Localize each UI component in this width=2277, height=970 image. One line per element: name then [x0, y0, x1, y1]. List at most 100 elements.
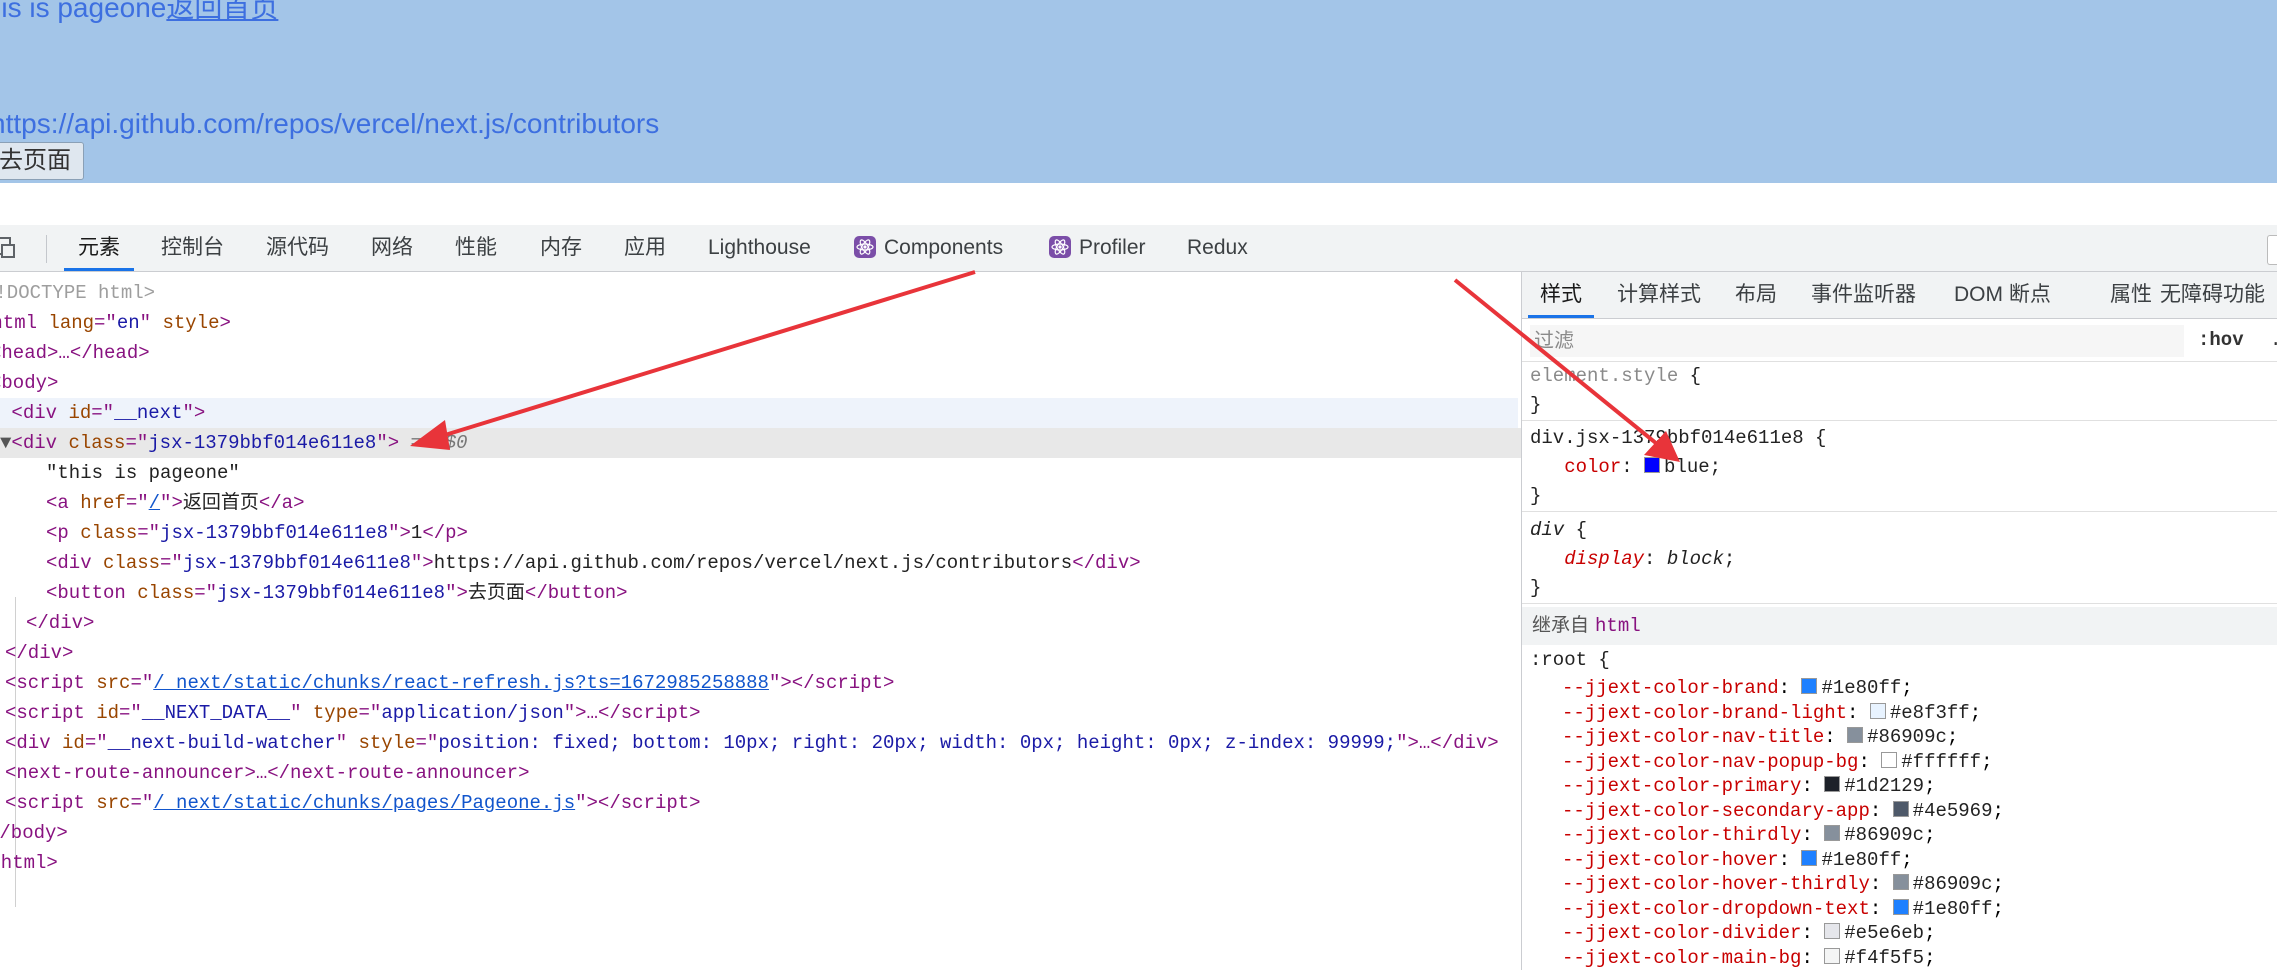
css-variable-line[interactable]: --jjext-color-primary: #1d2129;	[1522, 774, 1936, 799]
css-variable-name: --jjext-color-hover-thirdly	[1562, 873, 1870, 895]
rule-root: :root {	[1530, 649, 1610, 671]
color-swatch[interactable]	[1892, 898, 1909, 915]
css-variable-name: --jjext-color-brand-light	[1562, 701, 1848, 724]
dom-script-refresh[interactable]: <script src="/_next/static/chunks/react-…	[5, 668, 894, 698]
css-variable-line[interactable]: --jjext-color-nav-popup-bg: #ffffff;	[1522, 750, 1993, 775]
dom-selected-div[interactable]: ▼<div class="jsx-1379bbf014e611e8"> == $…	[0, 428, 1521, 458]
tabbar-separator	[46, 235, 47, 263]
page-viewport-blank	[0, 183, 2277, 226]
tab-lighthouse[interactable]: Lighthouse	[708, 225, 811, 271]
tab-memory[interactable]: 内存	[540, 225, 582, 271]
dom-script-pageone[interactable]: <script src="/_next/static/chunks/pages/…	[5, 788, 701, 818]
dom-body-open[interactable]: <body>	[0, 368, 58, 398]
tab-network[interactable]: 网络	[371, 225, 413, 271]
css-variable-value: #1e80ff	[1912, 897, 1993, 920]
color-swatch[interactable]	[1801, 678, 1818, 694]
css-variable-value: #86909c	[1912, 873, 1993, 895]
css-variable-line[interactable]: --jjext-color-dropdown-text: #1e80ff;	[1522, 897, 2004, 922]
go-page-button[interactable]: 去页面	[0, 142, 84, 180]
styles-filter-row: :hov .cls	[1522, 319, 2277, 362]
tab-redux[interactable]: Redux	[1187, 225, 1248, 271]
dom-text-node[interactable]: "this is pageone"	[46, 458, 240, 488]
dom-script-next-data[interactable]: <script id="__NEXT_DATA__" type="applica…	[5, 698, 701, 728]
css-variable-line[interactable]: --jjext-color-brand-light: #e8f3ff;	[1522, 701, 1981, 726]
css-variable-line[interactable]: --jjext-color-divider: #e5e6eb;	[1522, 921, 1936, 946]
color-swatch[interactable]	[1824, 947, 1841, 964]
tab-profiler[interactable]: Profiler	[1049, 225, 1146, 271]
home-link[interactable]: 返回首页	[166, 0, 278, 23]
color-swatch[interactable]	[1881, 751, 1898, 768]
css-variable-name: --jjext-color-thirdly	[1562, 824, 1802, 846]
tab-properties[interactable]: 属性	[2110, 272, 2152, 318]
css-variable-line[interactable]: --jjext-color-main-bg: #f4f5f5;	[1522, 946, 1936, 970]
tab-components[interactable]: Components	[854, 225, 1003, 271]
dom-p-node[interactable]: <p class="jsx-1379bbf014e611e8">1</p>	[46, 518, 468, 548]
color-swatch[interactable]	[1869, 702, 1886, 719]
css-variable-value: #1e80ff	[1821, 848, 1902, 871]
css-variable-name: --jjext-color-brand	[1562, 677, 1779, 699]
dom-route-announcer[interactable]: <next-route-announcer>…</next-route-anno…	[5, 758, 530, 788]
css-variable-name: --jjext-color-divider	[1562, 922, 1802, 944]
styles-tabbar: 样式 计算样式 布局 事件监听器 DOM 断点 属性 无障碍功能	[1522, 272, 2277, 319]
dom-build-watcher[interactable]: <div id="__next-build-watcher" style="po…	[5, 728, 1499, 758]
dom-head[interactable]: <head>…</head>	[0, 338, 150, 368]
tab-application[interactable]: 应用	[624, 225, 666, 271]
tab-console[interactable]: 控制台	[161, 225, 224, 271]
dom-a-node[interactable]: <a href="/">返回首页</a>	[46, 488, 304, 518]
css-variable-line[interactable]: --jjext-color-nav-title: #86909c;	[1522, 725, 1958, 750]
dom-div-close[interactable]: </div>	[26, 608, 94, 638]
dom-div-next-close[interactable]: </div>	[5, 638, 73, 668]
inspect-element-icon[interactable]	[0, 235, 18, 259]
dom-body-close[interactable]: </body>	[0, 818, 68, 848]
css-variable-value: #86909c	[1867, 726, 1947, 748]
class-toggle[interactable]: .cls	[2270, 319, 2277, 361]
css-variable-line[interactable]: --jjext-color-hover: #1e80ff;	[1522, 848, 1913, 873]
css-variable-line[interactable]: --jjext-color-thirdly: #86909c;	[1522, 823, 1936, 848]
dom-div-url[interactable]: <div class="jsx-1379bbf014e611e8">https:…	[46, 548, 1141, 578]
contributors-url-text: https://api.github.com/repos/vercel/next…	[0, 108, 660, 139]
css-variable-value: #86909c	[1844, 824, 1925, 846]
css-variable-name: --jjext-color-primary	[1562, 775, 1802, 797]
tab-computed[interactable]: 计算样式	[1617, 272, 1701, 318]
dom-div-next[interactable]: <div id="__next">	[0, 398, 1518, 428]
css-variable-line[interactable]: --jjext-color-secondary-app: #4e5969;	[1522, 799, 2004, 824]
react-icon	[854, 236, 876, 258]
color-swatch[interactable]	[1644, 457, 1661, 473]
styles-pane: 样式 计算样式 布局 事件监听器 DOM 断点 属性 无障碍功能 :hov .c…	[1522, 272, 2277, 970]
css-variable-name: --jjext-color-nav-popup-bg	[1562, 750, 1859, 773]
settings-button-edge[interactable]	[2267, 235, 2277, 265]
tab-performance[interactable]: 性能	[455, 225, 497, 271]
css-variable-value: #f4f5f5	[1844, 946, 1925, 969]
tab-dom-breakpoints[interactable]: DOM 断点	[1954, 272, 2051, 318]
color-swatch[interactable]	[1847, 727, 1864, 743]
css-variable-name: --jjext-color-nav-title	[1562, 726, 1825, 748]
color-swatch[interactable]	[1892, 874, 1909, 890]
styles-filter-input[interactable]	[1530, 325, 2184, 357]
color-swatch[interactable]	[1892, 800, 1909, 817]
css-variable-value: #ffffff	[1901, 750, 1982, 773]
inherited-from-header: 继承自 html	[1522, 607, 2277, 645]
color-swatch[interactable]	[1824, 776, 1841, 792]
css-variable-value: #4e5969	[1912, 799, 1993, 822]
elements-panel: <!DOCTYPE html> <html lang="en" style> <…	[0, 272, 1521, 970]
tab-event-listeners[interactable]: 事件监听器	[1811, 272, 1916, 318]
css-variable-name: --jjext-color-secondary-app	[1562, 799, 1870, 822]
dom-button-node[interactable]: <button class="jsx-1379bbf014e611e8">去页面…	[46, 578, 628, 608]
css-variable-line[interactable]: --jjext-color-brand: #1e80ff;	[1522, 676, 1913, 701]
tab-elements[interactable]: 元素	[64, 225, 134, 271]
rule-div-useragent: div { display: block; }	[1522, 516, 2277, 604]
color-swatch[interactable]	[1824, 825, 1841, 841]
css-variable-line[interactable]: --jjext-color-hover-thirdly: #86909c;	[1522, 872, 2004, 897]
color-swatch[interactable]	[1824, 923, 1841, 939]
tab-accessibility[interactable]: 无障碍功能	[2160, 272, 2265, 318]
tab-sources[interactable]: 源代码	[266, 225, 329, 271]
dom-html-open[interactable]: <html lang="en" style>	[0, 308, 231, 338]
color-swatch[interactable]	[1801, 849, 1818, 866]
css-variable-name: --jjext-color-main-bg	[1562, 946, 1802, 969]
hover-state-toggle[interactable]: :hov	[2198, 319, 2244, 361]
tab-styles[interactable]: 样式	[1528, 272, 1594, 318]
rule-jsx-class: div.jsx-1379bbf014e611e8 { color: blue; …	[1522, 424, 2277, 512]
tab-layout[interactable]: 布局	[1735, 272, 1777, 318]
dom-html-close[interactable]: </html>	[0, 848, 58, 878]
dom-doctype[interactable]: <!DOCTYPE html>	[0, 278, 155, 308]
